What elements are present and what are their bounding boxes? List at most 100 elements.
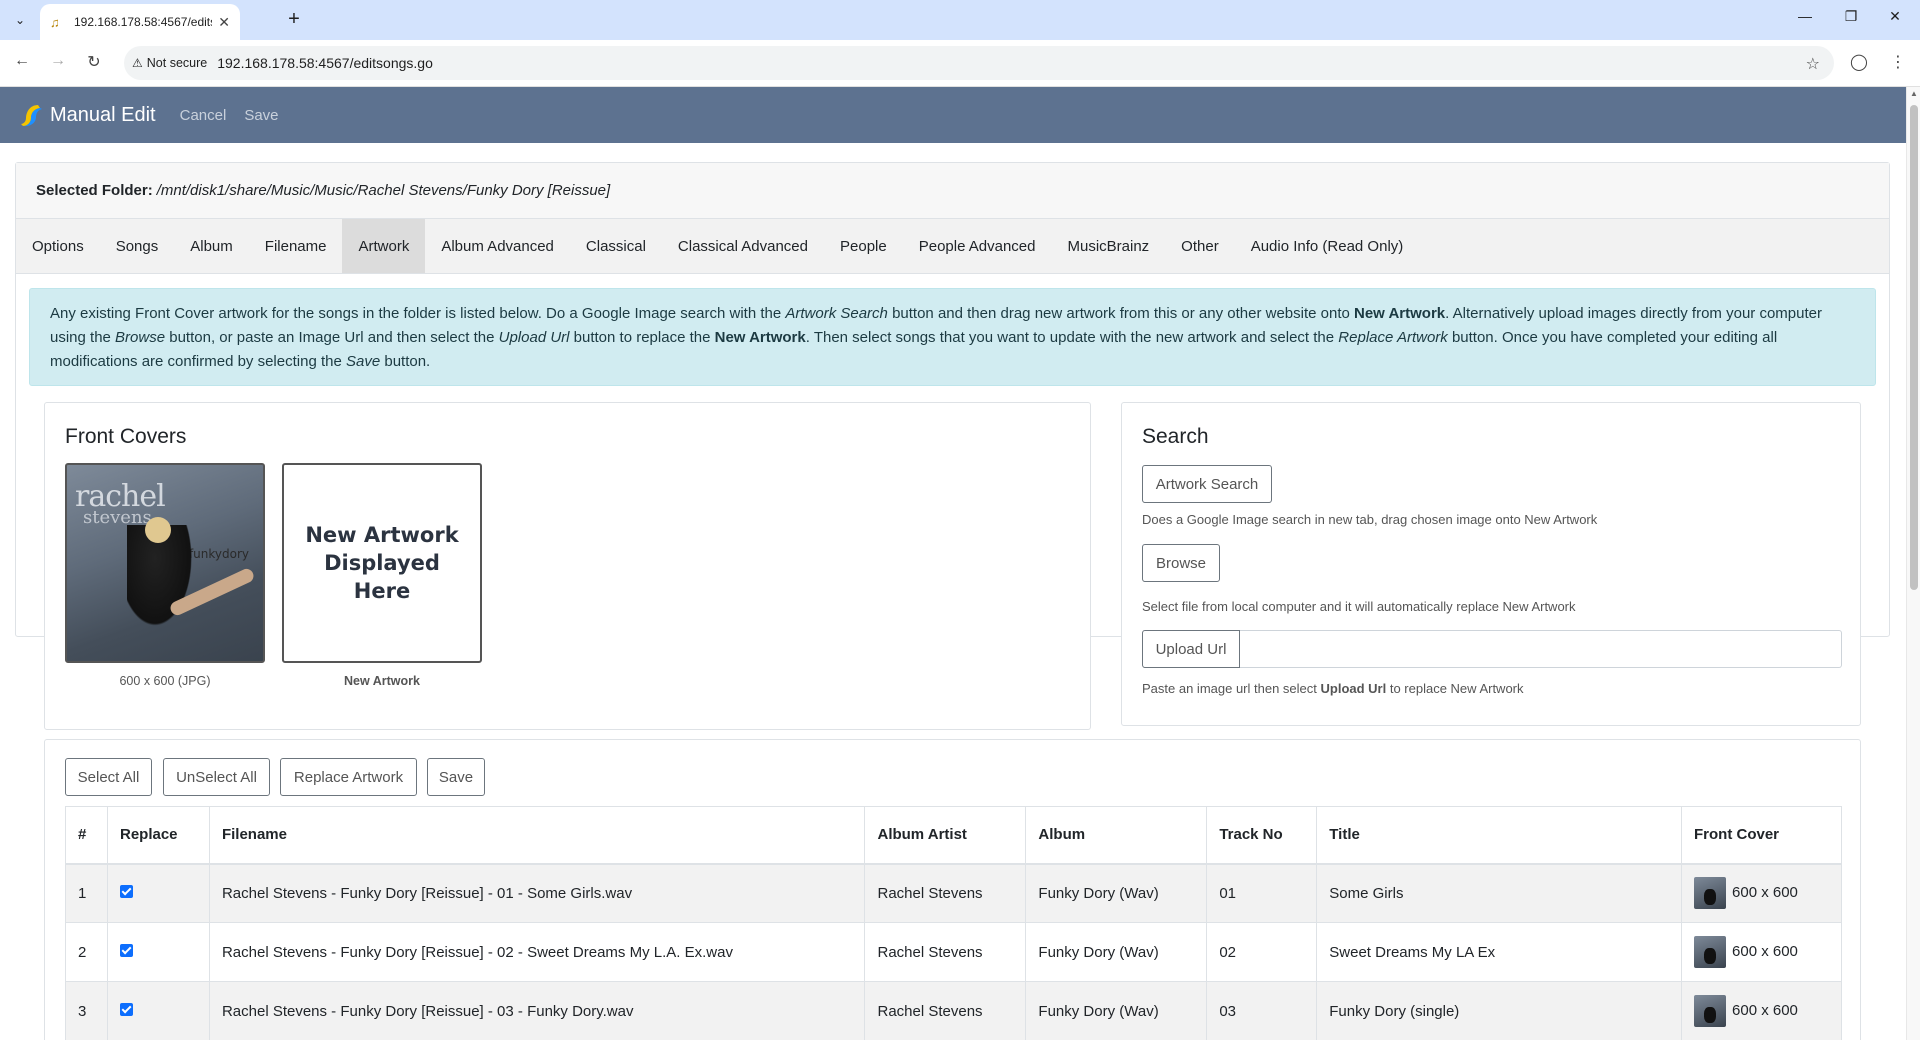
info-text: New Artwork [714,329,806,346]
checkbox-checked-icon[interactable] [119,943,133,957]
front-cover-cell: 600 x 600 [1681,981,1842,1040]
column-header: Front Cover [1681,806,1842,865]
artwork-search-button[interactable]: Artwork Search [1142,465,1272,503]
tab-album-advanced[interactable]: Album Advanced [425,219,570,273]
cover-figure-hair [145,517,171,543]
cover-thumbnail [1694,877,1727,910]
search-panel: Search Artwork Search Does a Google Imag… [1121,402,1861,726]
info-text: New Artwork [1354,305,1446,322]
url-text: 192.168.178.58:4567/editsongs.go [217,55,433,71]
upload-url-button[interactable]: Upload Url [1142,630,1240,668]
checkbox-checked-icon[interactable] [119,1002,133,1016]
table-row: 2 Rachel Stevens - Funky Dory [Reissue] -… [65,922,1842,982]
upload-url-hint-text: Upload Url [1320,681,1387,696]
reload-icon[interactable]: ↻ [82,52,106,72]
browser-toolbar: ← → ↻ ⚠ Not secure 192.168.178.58:4567/e… [0,40,1920,87]
browse-button[interactable]: Browse [1142,544,1220,582]
replace-checkbox[interactable] [106,863,210,923]
upload-url-hint: Paste an image url then select Upload Ur… [1142,681,1524,696]
minimize-icon[interactable]: — [1790,8,1820,24]
security-label: Not secure [146,56,208,70]
bookmark-star-icon[interactable]: ☆ [1806,54,1820,74]
cover-size-label: 600 x 600 [1732,942,1798,960]
cover-thumbnail [1694,936,1727,968]
tab-people-advanced[interactable]: People Advanced [903,219,1052,273]
menu-icon[interactable]: ⋮ [1890,52,1906,72]
tab-options[interactable]: Options [16,219,100,273]
back-icon[interactable]: ← [10,52,34,70]
restore-icon[interactable]: ❐ [1836,8,1866,25]
tab-musicbrainz[interactable]: MusicBrainz [1051,219,1165,273]
album-artist-cell: Rachel Stevens [864,922,1027,982]
tab-filename[interactable]: Filename [249,219,343,273]
select-all-button[interactable]: Select All [65,758,152,796]
title-cell: Funky Dory (single) [1316,981,1683,1040]
existing-cover-caption: 600 x 600 (JPG) [119,674,211,688]
unselect-all-button[interactable]: UnSelect All [163,758,270,796]
column-header: Track No [1206,806,1318,865]
edit-tabs: Options Songs Album Filename Artwork Album Ad… [16,219,1889,274]
tab-classical-advanced[interactable]: Classical Advanced [662,219,824,273]
checkbox-checked-icon[interactable] [119,884,133,898]
nav-cancel-link[interactable]: Cancel [180,107,227,124]
address-bar[interactable]: ⚠ Not secure 192.168.178.58:4567/editson… [124,46,1834,80]
tab-search-icon[interactable]: ⌄ [8,8,32,32]
front-cover-cell: 600 x 600 [1681,922,1842,982]
info-text: Save [345,353,381,370]
nav-save-link[interactable]: Save [244,107,278,124]
table-row: 3 Rachel Stevens - Funky Dory [Reissue] -… [65,981,1842,1040]
existing-cover-image[interactable]: rachel stevens funkydory [65,463,265,663]
info-text: Browse [115,329,166,346]
new-artwork-dropzone[interactable]: New Artwork Displayed Here [282,463,482,663]
upload-url-input[interactable] [1240,630,1842,668]
replace-checkbox[interactable] [106,981,210,1040]
column-header: Album [1025,806,1208,865]
selected-folder-path: /mnt/disk1/share/Music/Music/Rachel Stev… [156,182,611,199]
close-tab-icon[interactable]: ✕ [218,14,230,31]
track-no-cell: 02 [1206,922,1318,982]
music-note-icon: ♫ [50,14,60,30]
close-window-icon[interactable]: ✕ [1880,8,1910,25]
info-text: Replace Artwork [1338,329,1448,346]
page-scrollbar[interactable]: ▲ [1906,87,1920,1040]
info-text: Any existing Front Cover artwork for the… [50,305,786,322]
front-cover-cell: 600 x 600 [1681,863,1842,923]
artwork-info-alert: Any existing Front Cover artwork for the… [29,288,1876,386]
scrollbar-thumb[interactable] [1910,105,1918,590]
forward-icon[interactable]: → [46,52,70,70]
tab-other[interactable]: Other [1165,219,1235,273]
cover-art-text: funkydory [188,547,249,561]
scroll-up-icon[interactable]: ▲ [1910,89,1918,98]
track-no-cell: 01 [1206,863,1318,923]
album-cell: Funky Dory (Wav) [1025,981,1208,1040]
tab-artwork[interactable]: Artwork [342,219,426,273]
row-number: 3 [65,981,108,1040]
tab-classical[interactable]: Classical [570,219,662,273]
info-text: button to replace the [569,329,715,346]
replace-checkbox[interactable] [106,922,210,982]
songs-panel: Select All UnSelect All Replace Artwork … [44,739,1861,1040]
warning-icon: ⚠ [132,56,143,70]
filename-cell: Rachel Stevens - Funky Dory [Reissue] - … [208,922,866,982]
cover-size-label: 600 x 600 [1732,884,1798,902]
browser-tab[interactable]: ♫ 192.168.178.58:4567/editsongs.go ✕ [40,4,240,40]
tab-people[interactable]: People [824,219,903,273]
info-text: Upload Url [498,329,570,346]
save-button[interactable]: Save [427,758,485,796]
security-chip[interactable]: ⚠ Not secure [132,56,217,70]
tab-songs[interactable]: Songs [100,219,175,273]
track-no-cell: 03 [1206,981,1318,1040]
app-page: Manual Edit Cancel Save Selected Folder:… [0,87,1906,1040]
tab-album[interactable]: Album [174,219,249,273]
profile-icon[interactable]: ◯ [1850,52,1868,72]
tab-audio-info-read-only[interactable]: Audio Info (Read Only) [1235,219,1420,273]
replace-artwork-button[interactable]: Replace Artwork [280,758,417,796]
column-header: Album Artist [864,806,1027,865]
app-navbar: Manual Edit Cancel Save [0,87,1906,143]
row-number: 1 [65,863,108,923]
info-text: button. [380,353,431,370]
app-brand[interactable]: Manual Edit [50,104,156,127]
new-tab-icon[interactable]: + [282,8,306,32]
new-artwork-placeholder: New Artwork Displayed Here [305,523,459,603]
info-text: . Then select songs that you want to upd… [805,329,1339,346]
